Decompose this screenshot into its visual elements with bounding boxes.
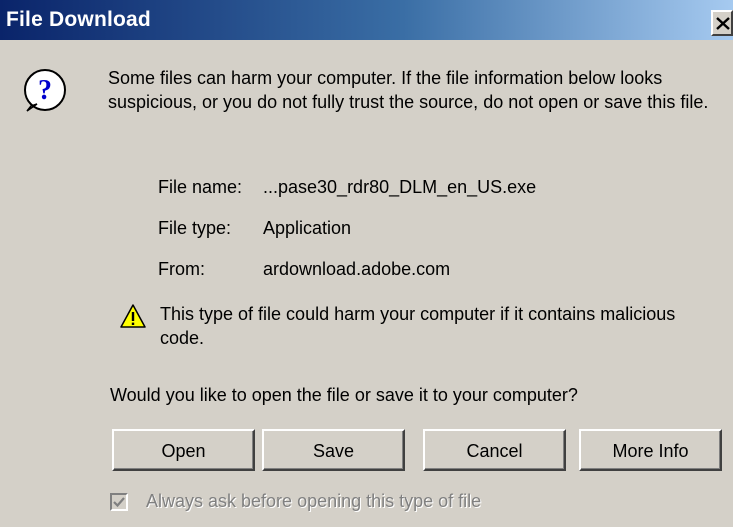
always-ask-checkbox <box>110 493 128 511</box>
dialog-body: ? Some files can harm your computer. If … <box>0 40 733 527</box>
open-or-save-prompt: Would you like to open the file or save … <box>110 385 578 405</box>
file-name-value: ...pase30_rdr80_DLM_en_US.exe <box>263 177 537 197</box>
caution-text: This type of file could harm your comput… <box>160 304 676 348</box>
save-button[interactable]: Save <box>262 429 405 471</box>
file-download-dialog: File Download ? Some files can harm your… <box>0 0 733 527</box>
file-name-label: File name: <box>158 177 243 197</box>
open-button[interactable]: Open <box>112 429 255 471</box>
title-bar[interactable]: File Download <box>0 0 733 40</box>
security-warning-text: Some files can harm your computer. If th… <box>108 68 709 112</box>
svg-text:?: ? <box>38 75 52 106</box>
file-type-label: File type: <box>158 218 232 238</box>
close-button[interactable] <box>711 10 733 36</box>
from-label: From: <box>158 259 205 279</box>
more-info-button[interactable]: More Info <box>579 429 722 471</box>
from-value: ardownload.adobe.com <box>263 259 451 279</box>
warning-icon <box>120 304 146 328</box>
file-type-value: Application <box>263 218 352 238</box>
always-ask-label: Always ask before opening this type of f… <box>146 491 482 511</box>
cancel-button[interactable]: Cancel <box>423 429 566 471</box>
question-icon: ? <box>24 69 66 112</box>
close-icon <box>716 17 730 30</box>
window-title: File Download <box>6 8 151 31</box>
checkmark-icon <box>113 497 125 508</box>
